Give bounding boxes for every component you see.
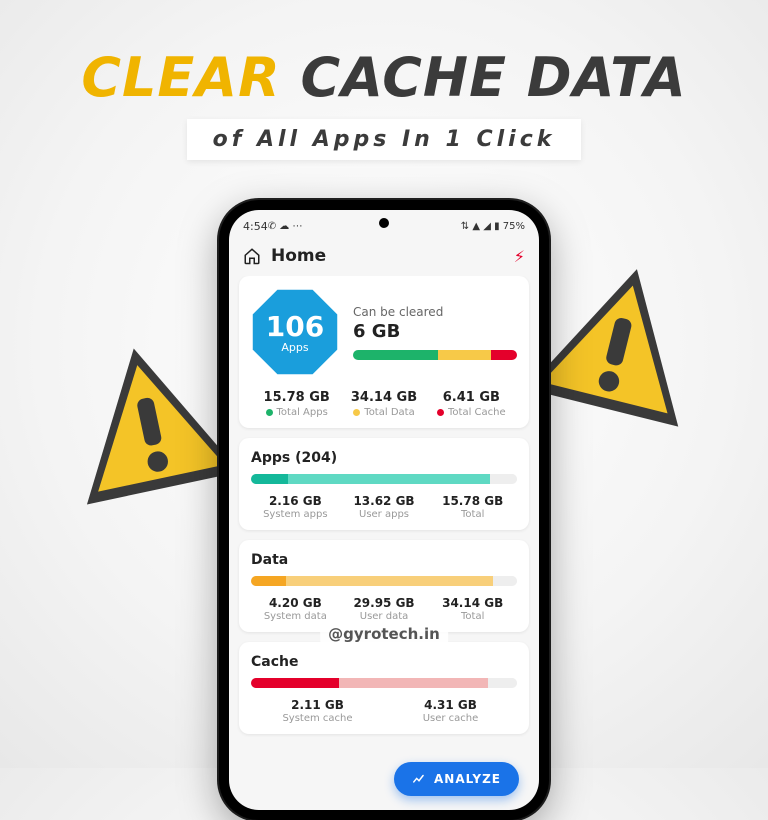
apps-stats: 2.16 GBSystem apps13.62 GBUser apps15.78… xyxy=(251,494,517,520)
stat-col: 6.41 GBTotal Cache xyxy=(428,390,515,418)
summary-bar xyxy=(353,350,517,360)
headline-block: CLEAR CACHE DATA of All Apps In 1 Click xyxy=(0,0,768,160)
bolt-icon[interactable]: ⚡ xyxy=(514,247,525,266)
apps-card[interactable]: Apps (204) 2.16 GBSystem apps13.62 GBUse… xyxy=(239,438,529,530)
status-bar: 4:54 ✆ ☁ ⋯ ⇅ ▲ ◢ ▮ 75% xyxy=(229,210,539,236)
stat-col: 2.11 GBSystem cache xyxy=(251,698,384,724)
stat-col: 15.78 GBTotal Apps xyxy=(253,390,340,418)
stat-col: 34.14 GBTotal xyxy=(428,596,517,622)
stat-col: 4.20 GBSystem data xyxy=(251,596,340,622)
data-bar xyxy=(251,576,517,586)
stat-col: 4.31 GBUser cache xyxy=(384,698,517,724)
status-right-icons: ⇅ ▲ ◢ ▮ 75% xyxy=(461,221,525,232)
cache-stats: 2.11 GBSystem cache4.31 GBUser cache xyxy=(251,698,517,724)
apps-count: 106 xyxy=(266,310,324,343)
apps-title: Apps (204) xyxy=(251,450,517,466)
stat-col: 15.78 GBTotal xyxy=(428,494,517,520)
status-left-icons: ✆ ☁ ⋯ xyxy=(268,221,303,232)
summary-card[interactable]: 106 Apps Can be cleared 6 GB 15.78 GBTot… xyxy=(239,276,529,428)
headline-sub: of All Apps In 1 Click xyxy=(187,119,582,160)
phone-frame: 4:54 ✆ ☁ ⋯ ⇅ ▲ ◢ ▮ 75% Home ⚡ 106 Apps xyxy=(219,200,549,820)
stat-col: 2.16 GBSystem apps xyxy=(251,494,340,520)
content-area: 106 Apps Can be cleared 6 GB 15.78 GBTot… xyxy=(229,276,539,810)
stat-col: 29.95 GBUser data xyxy=(340,596,429,622)
phone-screen: 4:54 ✆ ☁ ⋯ ⇅ ▲ ◢ ▮ 75% Home ⚡ 106 Apps xyxy=(229,210,539,810)
headline-word1: CLEAR xyxy=(81,46,280,109)
page-title: Home xyxy=(271,246,326,266)
cache-card[interactable]: Cache 2.11 GBSystem cache4.31 GBUser cac… xyxy=(239,642,529,734)
analyze-label: ANALYZE xyxy=(434,772,501,786)
app-bar: Home ⚡ xyxy=(229,236,539,276)
headline-main: CLEAR CACHE DATA xyxy=(0,46,768,109)
analyze-button[interactable]: ANALYZE xyxy=(394,762,519,796)
data-stats: 4.20 GBSystem data29.95 GBUser data34.14… xyxy=(251,596,517,622)
headline-word2: CACHE DATA xyxy=(300,46,686,109)
clear-value: 6 GB xyxy=(353,321,517,342)
cache-bar xyxy=(251,678,517,688)
summary-stats: 15.78 GBTotal Apps34.14 GBTotal Data6.41… xyxy=(251,390,517,418)
apps-badge: 106 Apps xyxy=(251,288,339,376)
apps-label: Apps xyxy=(281,341,308,354)
data-title: Data xyxy=(251,552,517,568)
analyze-icon xyxy=(412,772,426,786)
clear-label: Can be cleared xyxy=(353,305,517,319)
stat-col: 13.62 GBUser apps xyxy=(340,494,429,520)
stat-col: 34.14 GBTotal Data xyxy=(340,390,427,418)
data-card[interactable]: Data 4.20 GBSystem data29.95 GBUser data… xyxy=(239,540,529,632)
handle-watermark: @gyrotech.in xyxy=(320,623,448,645)
home-icon[interactable] xyxy=(243,247,261,265)
apps-bar xyxy=(251,474,517,484)
status-time: 4:54 xyxy=(243,220,268,233)
cache-title: Cache xyxy=(251,654,517,670)
